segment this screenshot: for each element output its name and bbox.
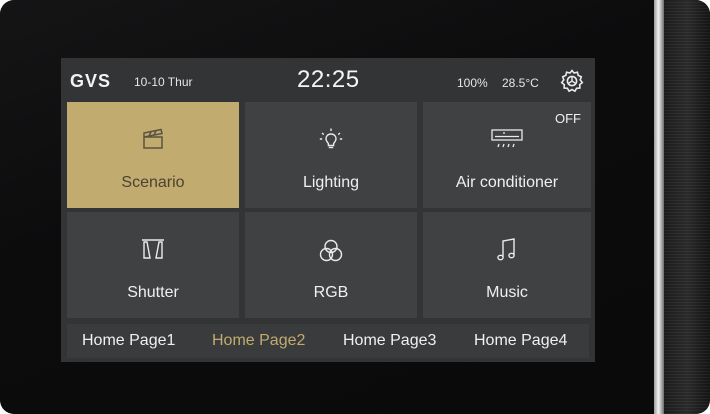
wall-panel-device: GVS 10-10 Thur 22:25 100% 28.5°C Scenari… — [0, 0, 710, 414]
brand-logo: GVS — [70, 71, 112, 91]
temperature-readout: 28.5°C — [502, 76, 539, 90]
nav-home-page-4[interactable]: Home Page4 — [474, 332, 567, 350]
nav-home-page-1[interactable]: Home Page1 — [82, 332, 175, 350]
rgb-circles-icon — [316, 236, 346, 271]
tile-label: Lighting — [302, 174, 360, 191]
date-display: 10-10 Thur — [134, 75, 193, 89]
tile-air-conditioner[interactable]: OFF Air conditioner — [423, 102, 591, 208]
ac-status-badge: OFF — [555, 111, 581, 126]
tile-label: Air conditioner — [455, 174, 559, 191]
settings-button[interactable] — [559, 68, 585, 94]
nav-home-page-2[interactable]: Home Page2 — [212, 332, 305, 350]
touch-screen: GVS 10-10 Thur 22:25 100% 28.5°C Scenari… — [61, 58, 595, 362]
status-bar: GVS 10-10 Thur 22:25 100% 28.5°C — [61, 58, 595, 100]
tile-scenario[interactable]: Scenario — [67, 102, 239, 208]
tile-label: Shutter — [127, 284, 179, 301]
music-note-icon — [493, 236, 521, 269]
tile-label: Music — [486, 284, 528, 301]
curtain-icon — [139, 236, 167, 269]
gear-icon — [560, 69, 584, 93]
tile-label: Scenario — [121, 174, 185, 191]
tile-lighting[interactable]: Lighting — [245, 102, 417, 208]
brightness-readout: 100% — [457, 76, 488, 90]
clapperboard-icon — [140, 126, 166, 157]
lightbulb-icon — [317, 126, 345, 159]
tile-label: RGB — [313, 284, 349, 301]
tile-shutter[interactable]: Shutter — [67, 212, 239, 318]
metal-divider-strip — [654, 0, 664, 414]
nav-home-page-3[interactable]: Home Page3 — [343, 332, 436, 350]
air-conditioner-icon — [490, 126, 524, 159]
tile-music[interactable]: Music — [423, 212, 591, 318]
page-navigation: Home Page1 Home Page2 Home Page3 Home Pa… — [67, 324, 589, 358]
clock-display: 22:25 — [297, 66, 360, 93]
tile-rgb[interactable]: RGB — [245, 212, 417, 318]
brushed-metal-side — [664, 0, 710, 414]
